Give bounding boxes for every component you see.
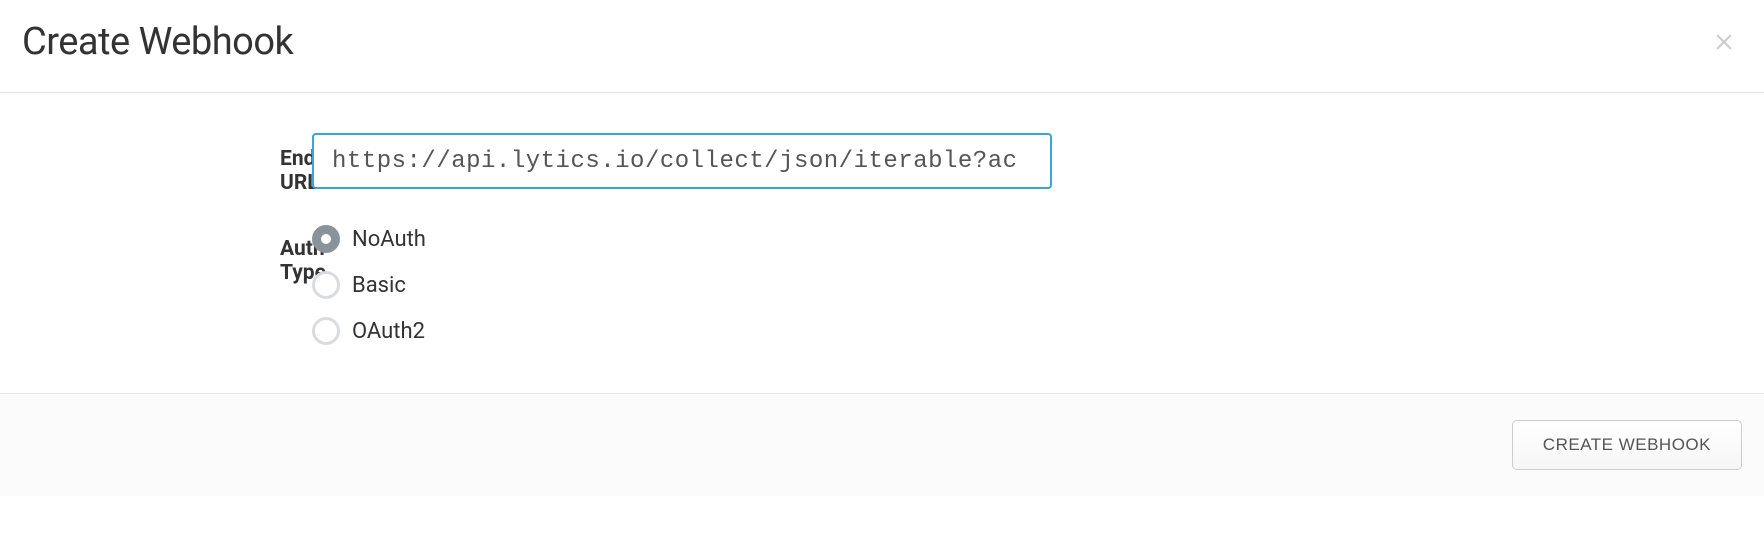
endpoint-url-row: Endpoint URL <box>22 133 1742 195</box>
create-webhook-modal: Create Webhook Endpoint URL Auth Type No… <box>0 0 1764 496</box>
auth-type-radio-oauth2[interactable]: OAuth2 <box>312 317 426 345</box>
close-button[interactable] <box>1706 24 1742 60</box>
modal-header: Create Webhook <box>0 0 1764 93</box>
radio-label: OAuth2 <box>352 319 425 344</box>
modal-body: Endpoint URL Auth Type NoAuth Basic <box>0 93 1764 393</box>
auth-type-radio-group: NoAuth Basic OAuth2 <box>312 223 426 345</box>
auth-type-label: Auth Type <box>22 223 292 285</box>
radio-icon <box>312 225 340 253</box>
auth-type-control: NoAuth Basic OAuth2 <box>292 223 426 345</box>
endpoint-url-label: Endpoint URL <box>22 133 292 195</box>
auth-type-radio-noauth[interactable]: NoAuth <box>312 225 426 253</box>
create-webhook-button[interactable]: CREATE WEBHOOK <box>1512 420 1742 470</box>
endpoint-url-input[interactable] <box>312 133 1052 189</box>
close-icon <box>1712 30 1736 54</box>
radio-label: NoAuth <box>352 227 426 252</box>
auth-type-row: Auth Type NoAuth Basic OAuth2 <box>22 223 1742 345</box>
radio-label: Basic <box>352 273 406 298</box>
auth-type-radio-basic[interactable]: Basic <box>312 271 426 299</box>
endpoint-url-control <box>292 133 1052 189</box>
modal-title: Create Webhook <box>22 20 293 64</box>
radio-icon <box>312 271 340 299</box>
modal-footer: CREATE WEBHOOK <box>0 393 1764 496</box>
radio-icon <box>312 317 340 345</box>
